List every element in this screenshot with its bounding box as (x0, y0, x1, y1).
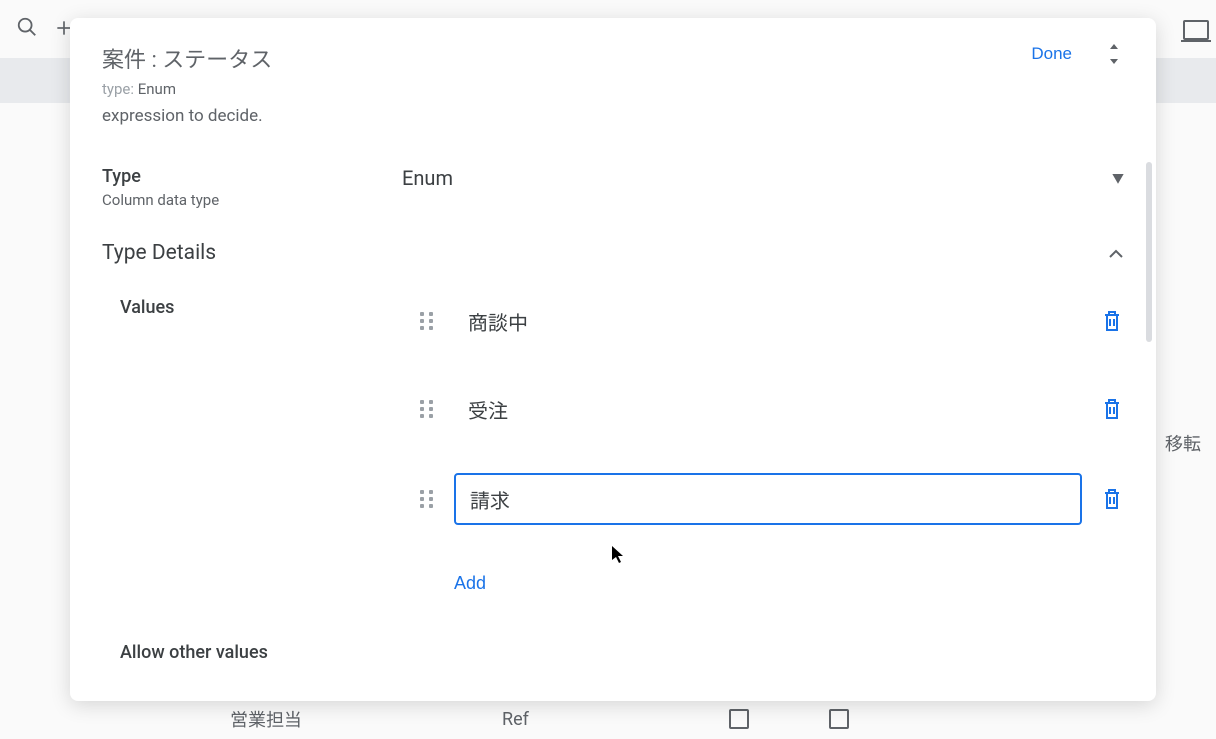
dialog-title: 案件 : ステータス (102, 42, 1031, 74)
scrollbar[interactable] (1146, 162, 1152, 342)
type-selected-value: Enum (402, 166, 453, 190)
laptop-icon (1183, 20, 1209, 40)
type-value: Enum (138, 80, 176, 98)
value-input[interactable] (454, 385, 1082, 433)
backdrop-bottom-row: 営業担当 Ref (130, 699, 1216, 739)
values-section: Values (102, 297, 1124, 602)
value-row (420, 385, 1124, 433)
drag-handle-icon[interactable] (420, 400, 434, 418)
delete-button[interactable] (1102, 310, 1124, 332)
delete-button[interactable] (1102, 488, 1124, 510)
type-sublabel: Column data type (102, 191, 402, 209)
value-row (420, 473, 1124, 525)
type-subtitle: type: Enum (102, 80, 1031, 98)
allow-other-values-label: Allow other values (102, 642, 1124, 663)
drag-handle-icon[interactable] (420, 312, 434, 330)
type-dropdown[interactable]: Enum ▼ (402, 166, 1124, 190)
values-label: Values (102, 297, 420, 318)
device-preview[interactable] (1176, 0, 1216, 60)
value-input[interactable] (454, 473, 1082, 525)
checkbox-icon[interactable] (829, 709, 849, 729)
dialog-header: 案件 : ステータス type: Enum Done (70, 18, 1156, 106)
drag-handle-icon[interactable] (420, 490, 434, 508)
type-row: Type Column data type Enum ▼ (102, 166, 1124, 209)
dialog-body: expression to decide. Type Column data t… (70, 106, 1156, 701)
backdrop-column-type: Ref (502, 709, 529, 730)
backdrop-column-name: 営業担当 (230, 706, 302, 732)
chevron-up-icon (1108, 244, 1124, 263)
value-row (420, 297, 1124, 345)
expand-collapse-button[interactable] (1104, 42, 1124, 66)
checkbox-icon[interactable] (729, 709, 749, 729)
delete-button[interactable] (1102, 398, 1124, 420)
backdrop-side-text: 移転 (1165, 430, 1201, 456)
type-details-title: Type Details (102, 241, 216, 265)
type-label: type: (102, 80, 134, 98)
type-details-toggle[interactable]: Type Details (102, 241, 1124, 265)
add-value-button[interactable]: Add (454, 565, 486, 602)
expression-hint: expression to decide. (102, 106, 1124, 126)
search-icon[interactable] (16, 16, 38, 44)
value-input[interactable] (454, 297, 1082, 345)
done-button[interactable]: Done (1031, 44, 1072, 64)
values-list: Add (420, 297, 1124, 602)
column-settings-dialog: 案件 : ステータス type: Enum Done expression to… (70, 18, 1156, 701)
chevron-down-icon: ▼ (1112, 170, 1124, 187)
type-label: Type (102, 166, 402, 187)
